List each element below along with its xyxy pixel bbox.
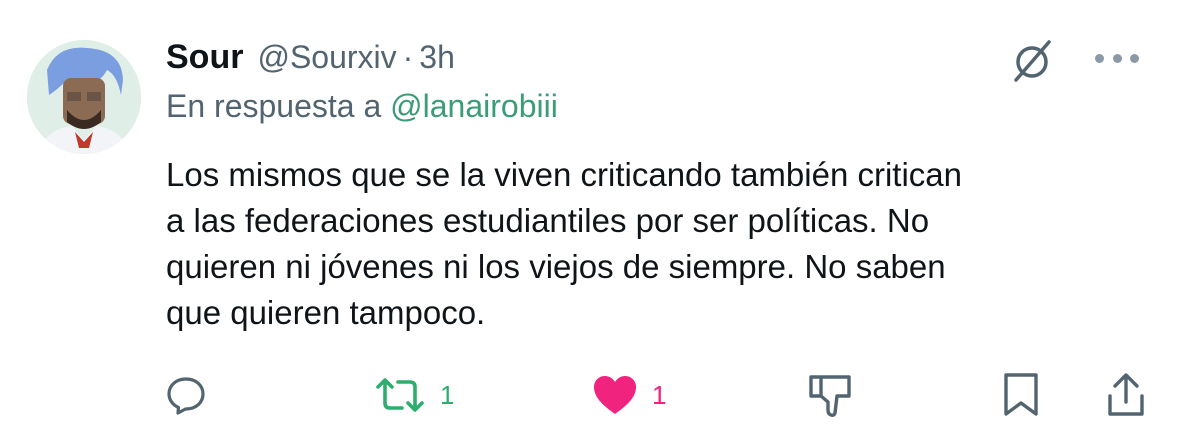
reply-button[interactable] bbox=[166, 366, 206, 424]
share-icon bbox=[1108, 373, 1144, 416]
like-count: 1 bbox=[652, 379, 667, 410]
bookmark-icon bbox=[1004, 373, 1038, 416]
tweet-header: Sour @Sourxiv · 3h bbox=[166, 32, 1139, 82]
bookmark-button[interactable] bbox=[1002, 366, 1040, 424]
tweet-text-line: que quieren tampoco. bbox=[166, 294, 486, 331]
separator-dot: · bbox=[402, 38, 414, 75]
retweet-button[interactable]: 1 bbox=[374, 366, 454, 424]
dislike-icon bbox=[809, 375, 851, 417]
tweet-text-line: quieren ni jóvenes ni los viejos de siem… bbox=[166, 248, 946, 285]
timestamp[interactable]: 3h bbox=[419, 39, 455, 76]
share-button[interactable] bbox=[1106, 366, 1146, 424]
avatar[interactable] bbox=[27, 40, 141, 154]
retweet-icon bbox=[376, 378, 424, 412]
like-icon bbox=[594, 376, 636, 414]
tweet-text: Los mismos que se la viven criticando ta… bbox=[166, 152, 1156, 336]
reply-prefix: En respuesta a bbox=[166, 88, 382, 124]
reply-context: En respuesta a @lanairobiii bbox=[166, 88, 558, 125]
like-button[interactable]: 1 bbox=[592, 366, 666, 424]
header-icons bbox=[1007, 36, 1139, 86]
author-handle[interactable]: @Sourxiv bbox=[257, 39, 396, 76]
dislike-button[interactable] bbox=[808, 366, 852, 424]
tweet-text-line: Los mismos que se la viven criticando ta… bbox=[166, 156, 963, 193]
grok-icon[interactable] bbox=[1007, 36, 1057, 86]
action-bar: 1 1 bbox=[166, 366, 1146, 424]
reply-icon bbox=[167, 377, 205, 415]
more-icon[interactable] bbox=[1095, 54, 1139, 68]
tweet: Sour @Sourxiv · 3h En respuesta a @lanai… bbox=[0, 0, 1179, 426]
author-name[interactable]: Sour bbox=[166, 38, 243, 77]
tweet-text-line: a las federaciones estudiantiles por ser… bbox=[166, 202, 930, 239]
reply-mention-link[interactable]: @lanairobiii bbox=[390, 88, 558, 124]
retweet-count: 1 bbox=[440, 379, 455, 410]
